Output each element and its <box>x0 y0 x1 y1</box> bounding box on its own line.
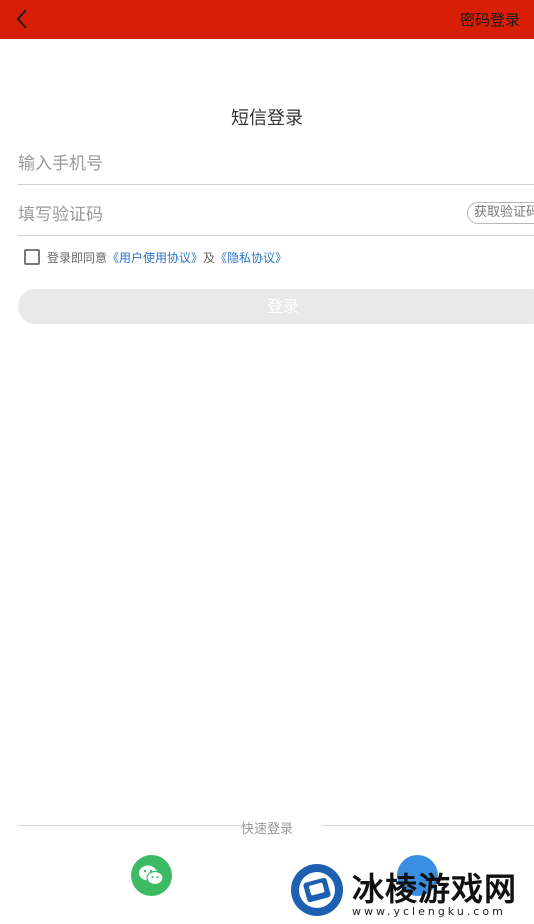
watermark-text: 冰棱游戏网 <box>352 870 518 908</box>
user-agreement-link[interactable]: 《用户使用协议》 <box>107 249 203 266</box>
phone-input[interactable] <box>18 146 458 182</box>
watermark-url: www.yclengku.com <box>352 905 506 918</box>
agreement-checkbox[interactable] <box>24 249 40 265</box>
agreement-conjunction: 及 <box>203 250 216 265</box>
back-arrow-icon[interactable] <box>12 7 34 31</box>
code-input[interactable] <box>18 197 458 233</box>
password-login-link[interactable]: 密码登录 <box>460 9 520 30</box>
page-title: 短信登录 <box>231 108 303 129</box>
agreement-row: 登录即同意 《用户使用协议》 及 《隐私协议》 <box>24 248 287 266</box>
phone-field <box>18 146 534 185</box>
code-field: 获取验证码 <box>18 197 534 236</box>
agreement-prefix: 登录即同意 <box>47 250 108 265</box>
quick-login-label: 快速登录 <box>240 822 293 837</box>
wechat-icon <box>139 865 164 886</box>
top-bar: 密码登录 <box>0 0 534 39</box>
login-button[interactable]: 登录 <box>18 289 534 324</box>
wechat-login-button[interactable] <box>131 855 172 896</box>
privacy-policy-link[interactable]: 《隐私协议》 <box>215 249 287 266</box>
quick-login-divider: 快速登录 <box>18 816 534 837</box>
get-code-button[interactable]: 获取验证码 <box>467 202 534 224</box>
divider-line-right <box>322 825 534 826</box>
watermark-logo <box>291 864 343 916</box>
